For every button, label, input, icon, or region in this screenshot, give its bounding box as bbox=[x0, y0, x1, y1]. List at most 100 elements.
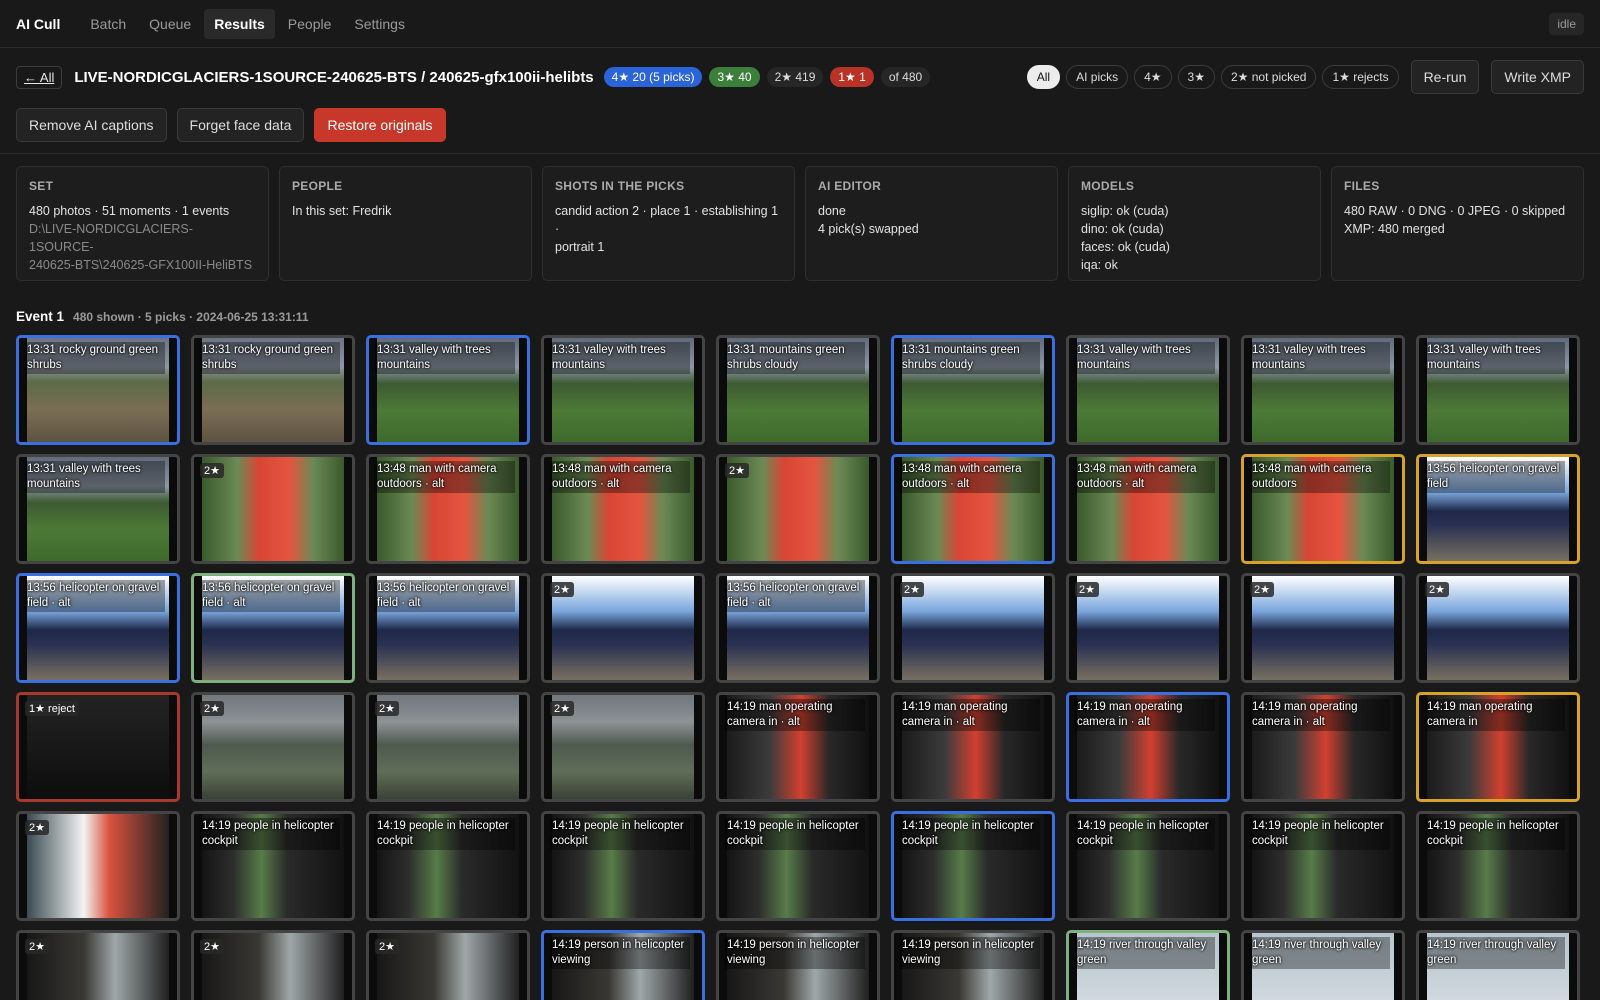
panel-title: MODELS bbox=[1081, 179, 1135, 193]
filter-4-star[interactable]: 4★ bbox=[1134, 65, 1172, 89]
filter-3-star[interactable]: 3★ bbox=[1177, 65, 1215, 89]
photo-thumbnail[interactable]: 14:19 man operating camera in · alt bbox=[1241, 692, 1405, 802]
photo-thumbnail[interactable]: 13:56 helicopter on gravel field · alt bbox=[366, 573, 530, 683]
restore-originals-button[interactable]: Restore originals bbox=[314, 107, 446, 142]
photo-thumbnail[interactable]: 14:19 people in helicopter cockpit bbox=[1241, 811, 1405, 921]
panel-line: 480 photos · 51 moments · 1 events bbox=[29, 204, 230, 218]
photo-thumbnail[interactable]: 1★ reject bbox=[16, 692, 180, 802]
photo-thumbnail[interactable]: 2★ bbox=[541, 573, 705, 683]
filter-all[interactable]: All bbox=[1026, 65, 1061, 89]
photo-thumbnail[interactable]: 2★ bbox=[1241, 573, 1405, 683]
photo-thumbnail[interactable]: 2★ bbox=[541, 692, 705, 802]
photo-thumbnail[interactable]: 2★ bbox=[716, 454, 880, 564]
photo-thumbnail[interactable]: 14:19 person in helicopter viewing bbox=[891, 930, 1055, 1000]
photo-thumbnail[interactable]: 14:19 man operating camera in · alt bbox=[891, 692, 1055, 802]
set-path-line: 240625-BTS\240625-GFX100II-HeliBTS bbox=[29, 258, 253, 272]
photo-thumbnail[interactable]: 13:48 man with camera outdoors · alt bbox=[1066, 454, 1230, 564]
photo-thumbnail[interactable]: 14:19 man operating camera in · alt bbox=[716, 692, 880, 802]
panel-people: PEOPLE In this set: Fredrik bbox=[279, 166, 532, 281]
photo-thumbnail[interactable]: 14:19 man operating camera in · alt bbox=[1066, 692, 1230, 802]
photo-thumbnail[interactable]: 2★ bbox=[191, 692, 355, 802]
photo-caption: 13:31 mountains green shrubs cloudy bbox=[900, 342, 1040, 374]
count-total: of 480 bbox=[880, 67, 931, 87]
forget-face-data-button[interactable]: Forget face data bbox=[176, 107, 305, 142]
filter-1-star-rejects[interactable]: 1★ rejects bbox=[1322, 65, 1399, 89]
photo-thumbnail[interactable]: 14:19 people in helicopter cockpit bbox=[891, 811, 1055, 921]
photo-caption: 14:19 person in helicopter viewing bbox=[550, 937, 690, 969]
photo-thumbnail[interactable]: 14:19 people in helicopter cockpit bbox=[541, 811, 705, 921]
photo-thumbnail[interactable]: 13:56 helicopter on gravel field bbox=[1416, 454, 1580, 564]
photo-thumbnail[interactable]: 13:31 mountains green shrubs cloudy bbox=[716, 335, 880, 445]
photo-thumbnail[interactable]: 13:31 valley with trees mountains bbox=[1066, 335, 1230, 445]
rating-badge: 2★ bbox=[1075, 582, 1099, 597]
photo-thumbnail[interactable]: 13:48 man with camera outdoors · alt bbox=[891, 454, 1055, 564]
photo-thumbnail[interactable]: 13:31 rocky ground green shrubs bbox=[16, 335, 180, 445]
panel-line: faces: ok (cuda) bbox=[1081, 240, 1170, 254]
photo-thumbnail[interactable]: 14:19 people in helicopter cockpit bbox=[716, 811, 880, 921]
remove-ai-captions-button[interactable]: Remove AI captions bbox=[16, 107, 167, 142]
photo-thumbnail[interactable]: 2★ bbox=[1066, 573, 1230, 683]
photo-thumbnail[interactable]: 2★ bbox=[191, 454, 355, 564]
rating-badge: 2★ bbox=[25, 820, 49, 835]
photo-thumbnail[interactable]: 13:48 man with camera outdoors · alt bbox=[366, 454, 530, 564]
action-row: Remove AI captions Forget face data Rest… bbox=[0, 106, 1600, 154]
panel-line: candid action 2 · place 1 · establishing… bbox=[555, 204, 779, 236]
photo-thumbnail[interactable]: 14:19 people in helicopter cockpit bbox=[1416, 811, 1580, 921]
photo-thumbnail[interactable]: 13:31 valley with trees mountains bbox=[1241, 335, 1405, 445]
photo-thumbnail[interactable]: 13:31 valley with trees mountains bbox=[541, 335, 705, 445]
tab-people[interactable]: People bbox=[278, 9, 342, 39]
tab-results[interactable]: Results bbox=[204, 8, 275, 39]
panel-title: SHOTS IN THE PICKS bbox=[555, 179, 685, 193]
photo-thumbnail[interactable]: 2★ bbox=[366, 930, 530, 1000]
photo-caption: 13:56 helicopter on gravel field · alt bbox=[25, 580, 165, 612]
rating-badge: 1★ reject bbox=[25, 701, 79, 716]
photo-thumbnail[interactable]: 14:19 river through valley green bbox=[1241, 930, 1405, 1000]
photo-thumbnail[interactable]: 13:56 helicopter on gravel field · alt bbox=[716, 573, 880, 683]
status-badge: idle bbox=[1549, 12, 1584, 35]
panel-line: XMP: 480 merged bbox=[1344, 222, 1445, 236]
photo-thumbnail[interactable]: 13:31 valley with trees mountains bbox=[16, 454, 180, 564]
back-link[interactable]: ← All bbox=[16, 65, 63, 89]
photo-thumbnail[interactable]: 13:48 man with camera outdoors · alt bbox=[541, 454, 705, 564]
tab-settings[interactable]: Settings bbox=[344, 9, 415, 39]
filter-2-star-not-picked[interactable]: 2★ not picked bbox=[1220, 65, 1317, 89]
photo-caption: 14:19 people in helicopter cockpit bbox=[900, 818, 1040, 850]
photo-thumbnail[interactable]: 2★ bbox=[366, 692, 530, 802]
photo-caption: 13:48 man with camera outdoors · alt bbox=[1075, 461, 1215, 493]
photo-caption: 13:31 valley with trees mountains bbox=[375, 342, 515, 374]
photo-thumbnail[interactable]: 14:19 person in helicopter viewing bbox=[541, 930, 705, 1000]
photo-thumbnail[interactable]: 14:19 river through valley green bbox=[1416, 930, 1580, 1000]
photo-thumbnail[interactable]: 13:48 man with camera outdoors bbox=[1241, 454, 1405, 564]
panel-title: FILES bbox=[1344, 179, 1380, 193]
photo-thumbnail[interactable]: 2★ bbox=[16, 930, 180, 1000]
photo-thumbnail[interactable]: 14:19 person in helicopter viewing bbox=[716, 930, 880, 1000]
photo-thumbnail[interactable]: 14:19 river through valley green bbox=[1066, 930, 1230, 1000]
filter-ai-picks[interactable]: AI picks bbox=[1066, 65, 1129, 89]
photo-thumbnail[interactable]: 13:31 valley with trees mountains bbox=[366, 335, 530, 445]
photo-caption: 13:56 helicopter on gravel field · alt bbox=[375, 580, 515, 612]
event-title: Event 1 bbox=[16, 309, 65, 324]
rerun-button[interactable]: Re-run bbox=[1410, 60, 1480, 94]
tab-queue[interactable]: Queue bbox=[139, 9, 201, 39]
photo-thumbnail[interactable]: 13:56 helicopter on gravel field · alt bbox=[16, 573, 180, 683]
photo-caption: 14:19 person in helicopter viewing bbox=[725, 937, 865, 969]
photo-thumbnail[interactable]: 2★ bbox=[16, 811, 180, 921]
photo-thumbnail[interactable]: 2★ bbox=[891, 573, 1055, 683]
photo-thumbnail[interactable]: 13:31 rocky ground green shrubs bbox=[191, 335, 355, 445]
tab-batch[interactable]: Batch bbox=[80, 9, 136, 39]
photo-thumbnail[interactable]: 2★ bbox=[1416, 573, 1580, 683]
photo-thumbnail[interactable]: 2★ bbox=[191, 930, 355, 1000]
photo-caption: 14:19 man operating camera in · alt bbox=[725, 699, 865, 731]
photo-thumbnail[interactable]: 13:31 valley with trees mountains bbox=[1416, 335, 1580, 445]
panel-line: 480 RAW · 0 DNG · 0 JPEG · 0 skipped bbox=[1344, 204, 1566, 218]
photo-thumbnail[interactable]: 14:19 people in helicopter cockpit bbox=[191, 811, 355, 921]
photo-thumbnail[interactable]: 13:31 mountains green shrubs cloudy bbox=[891, 335, 1055, 445]
panel-line: portrait 1 bbox=[555, 240, 605, 254]
photo-caption: 14:19 people in helicopter cockpit bbox=[1250, 818, 1390, 850]
photo-thumbnail[interactable]: 14:19 man operating camera in bbox=[1416, 692, 1580, 802]
photo-thumbnail[interactable]: 13:56 helicopter on gravel field · alt bbox=[191, 573, 355, 683]
write-xmp-button[interactable]: Write XMP bbox=[1491, 60, 1584, 94]
photo-thumbnail[interactable]: 14:19 people in helicopter cockpit bbox=[1066, 811, 1230, 921]
photo-thumbnail[interactable]: 14:19 people in helicopter cockpit bbox=[366, 811, 530, 921]
rating-badge: 2★ bbox=[375, 701, 399, 716]
